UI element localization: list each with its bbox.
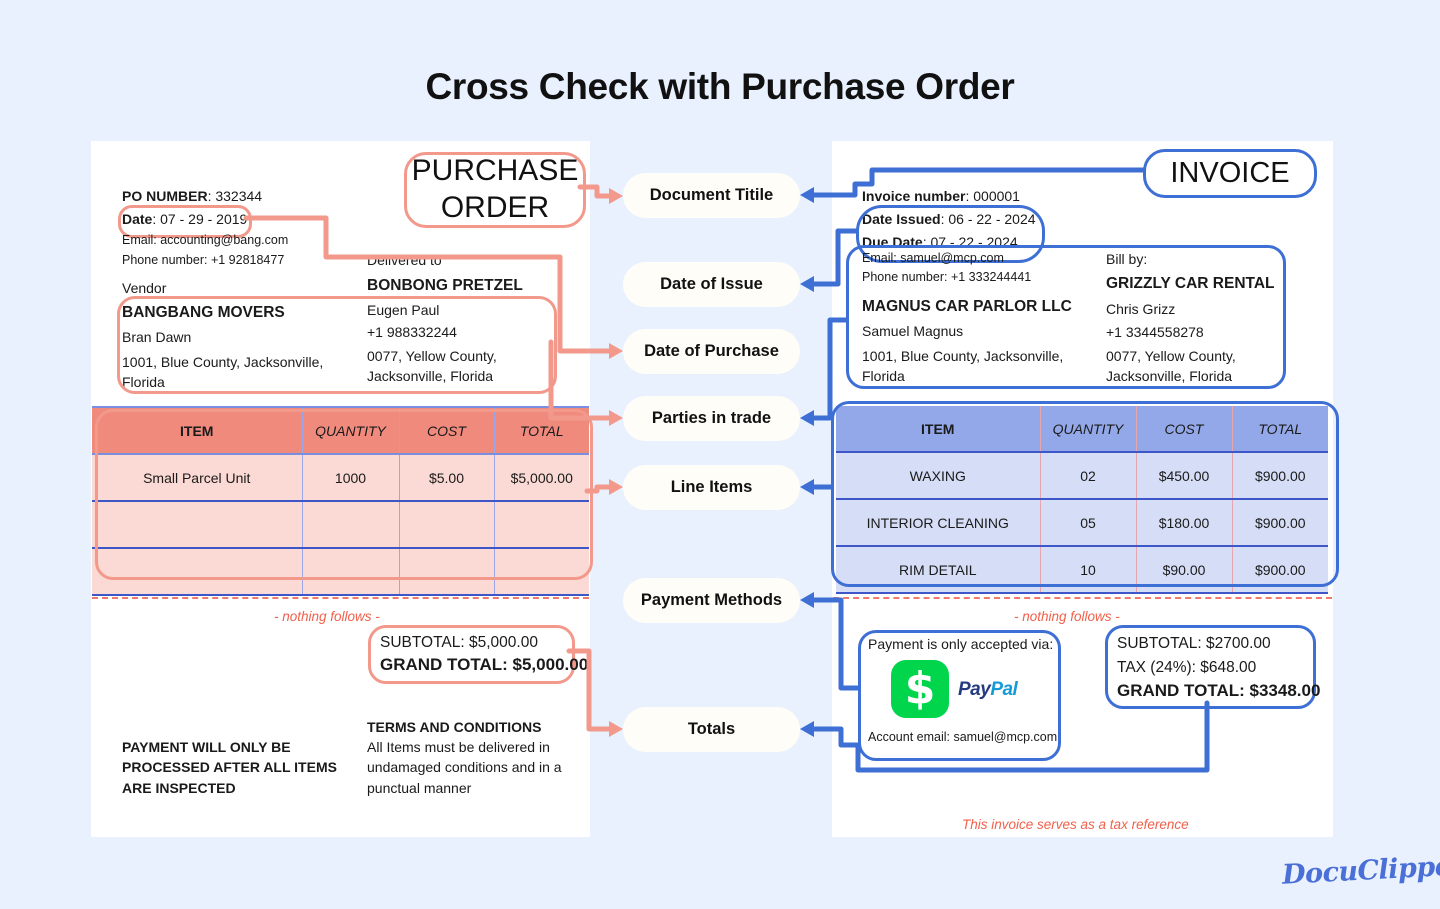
arrow-po-date bbox=[609, 343, 623, 359]
connector-inv-totals bbox=[809, 700, 1210, 773]
arrow-inv-doctype bbox=[800, 187, 814, 203]
connector-lines bbox=[243, 167, 1210, 773]
arrow-inv-totals bbox=[800, 721, 814, 737]
infographic-canvas: Cross Check with Purchase Order PURCHASE… bbox=[0, 0, 1440, 909]
label-parties-in-trade[interactable]: Parties in trade bbox=[623, 396, 800, 441]
connector-inv-parties bbox=[809, 317, 849, 421]
connector-inv-dates bbox=[809, 228, 859, 287]
connector-inv-doctype bbox=[809, 167, 1146, 198]
label-date-of-purchase[interactable]: Date of Purchase bbox=[623, 329, 800, 374]
arrow-po-totals bbox=[609, 721, 623, 737]
label-line-items[interactable]: Line Items bbox=[623, 465, 800, 510]
arrow-inv-lineitems bbox=[800, 479, 814, 495]
label-document-title[interactable]: Document Titile bbox=[623, 173, 800, 218]
connector-po-lineitems bbox=[584, 484, 614, 494]
label-date-of-issue[interactable]: Date of Issue bbox=[623, 262, 800, 307]
arrow-po-lineitems bbox=[609, 479, 623, 495]
label-payment-methods[interactable]: Payment Methods bbox=[623, 578, 800, 623]
arrow-inv-dates bbox=[800, 276, 814, 292]
arrow-inv-payment bbox=[800, 592, 814, 608]
label-totals[interactable]: Totals bbox=[623, 707, 800, 752]
connector-po-date bbox=[243, 215, 614, 354]
arrow-po-doctype bbox=[609, 188, 623, 204]
arrow-po-parties bbox=[609, 410, 623, 426]
connector-inv-payment bbox=[809, 597, 861, 691]
connector-po-totals bbox=[566, 648, 614, 732]
connector-po-doctype bbox=[577, 184, 614, 199]
arrow-inv-parties bbox=[800, 410, 814, 426]
